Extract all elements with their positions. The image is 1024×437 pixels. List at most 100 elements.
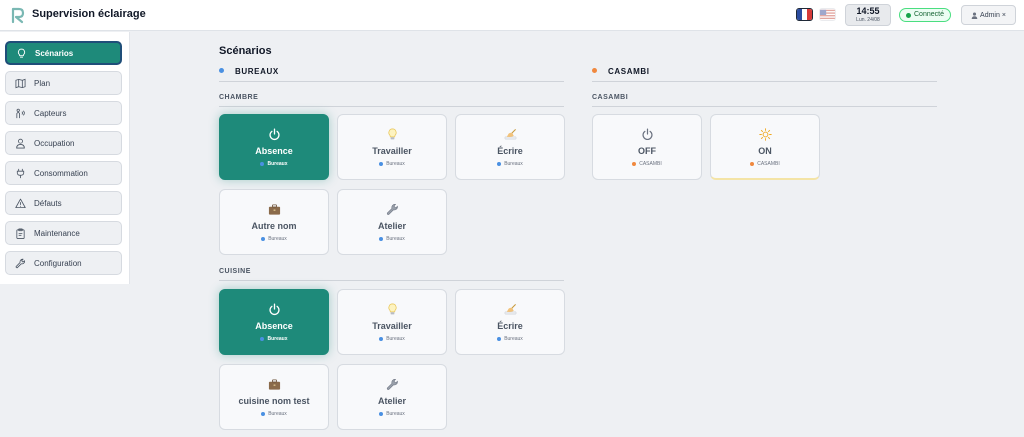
scenario-tag: Bureaux [456, 161, 564, 167]
page-title: Scénarios [219, 45, 272, 57]
sidebar-item-scenarios[interactable]: Scénarios [5, 41, 122, 65]
sidebar-item-label: Maintenance [34, 228, 80, 238]
tag-dot-icon [261, 237, 266, 241]
scenario-card-ecrire[interactable]: Écrire Bureaux [455, 289, 565, 355]
scenario-tag-label: Bureaux [504, 161, 523, 167]
divider [219, 106, 564, 107]
person-icon [15, 138, 26, 149]
scenario-card-travailler[interactable]: Travailler Bureaux [337, 289, 447, 355]
scenario-name: Autre nom [251, 221, 297, 231]
map-icon [15, 78, 26, 89]
room-title-cuisine: CUISINE [219, 268, 251, 275]
scenario-name: Écrire [497, 146, 523, 156]
wrench-icon [338, 377, 446, 391]
scenario-tag-label: Bureaux [268, 411, 287, 417]
user-menu-button[interactable]: Admin × [961, 5, 1016, 25]
scenario-card-atelier[interactable]: Atelier Bureaux [337, 189, 447, 255]
sidebar-item-capteurs[interactable]: Capteurs [5, 101, 122, 125]
sidebar-item-label: Défauts [34, 198, 62, 208]
scenario-tag: Bureaux [220, 336, 328, 342]
room-title-chambre: CHAMBRE [219, 94, 259, 101]
user-icon [971, 12, 978, 19]
scenario-card-absence[interactable]: Absence Bureaux [219, 289, 329, 355]
scenario-tag: Bureaux [338, 236, 446, 242]
sidebar-item-plan[interactable]: Plan [5, 71, 122, 95]
tag-dot-icon [260, 337, 265, 341]
scenario-card-absence[interactable]: Absence Bureaux [219, 114, 329, 180]
tag-dot-icon [750, 162, 755, 166]
divider [592, 81, 937, 82]
scenario-name: Travailler [372, 321, 412, 331]
briefcase-icon [220, 202, 328, 216]
scenario-tag-label: Bureaux [386, 336, 405, 342]
sidebar-item-label: Configuration [34, 258, 82, 268]
sidebar-item-consommation[interactable]: Consommation [5, 161, 122, 185]
sidebar-item-defauts[interactable]: Défauts [5, 191, 122, 215]
sun-icon [711, 127, 819, 141]
scenario-name: Atelier [377, 396, 406, 406]
scenario-card-cuisine-nom-test[interactable]: cuisine nom test Bureaux [219, 364, 329, 430]
scenario-tag: Bureaux [220, 411, 328, 417]
scenario-card-travailler[interactable]: Travailler Bureaux [337, 114, 447, 180]
warning-icon [15, 198, 26, 209]
scenario-tag: Bureaux [456, 336, 564, 342]
sidebar-item-occupation[interactable]: Occupation [5, 131, 122, 155]
scenario-name: Atelier [377, 221, 406, 231]
scenario-tag: Bureaux [338, 411, 446, 417]
sidebar-item-configuration[interactable]: Configuration [5, 251, 122, 275]
sidebar: Scénarios Plan Capteurs Occupation Conso… [0, 32, 130, 284]
wrench-icon [338, 202, 446, 216]
status-label: Connecté [914, 11, 944, 18]
clock-date: Lun. 24/08 [856, 17, 880, 23]
flag-en-icon[interactable] [819, 8, 836, 21]
scenario-tag-label: Bureaux [267, 161, 288, 167]
tag-dot-icon [497, 337, 502, 341]
group-title-bureaux: BUREAUX [235, 67, 279, 76]
scenario-name: Absence [255, 321, 293, 331]
scenario-name: Écrire [497, 321, 523, 331]
scenario-tag-label: Bureaux [386, 411, 405, 417]
power-icon [220, 127, 328, 141]
clipboard-icon [15, 228, 26, 239]
close-icon[interactable]: × [1002, 12, 1006, 19]
divider [219, 81, 564, 82]
scenario-tag: Bureaux [338, 161, 446, 167]
status-dot-icon [906, 12, 911, 18]
scenario-card-ecrire[interactable]: Écrire Bureaux [455, 114, 565, 180]
scenario-name: ON [758, 146, 772, 156]
group-color-dot [592, 68, 597, 73]
user-name: Admin [980, 11, 1000, 19]
scenario-tag-label: Bureaux [504, 336, 523, 342]
power-icon [220, 302, 328, 316]
scenario-name: OFF [638, 146, 656, 156]
scenario-card-atelier[interactable]: Atelier Bureaux [337, 364, 447, 430]
group-title-casambi: CASAMBI [608, 67, 650, 76]
scenario-card-autre-nom[interactable]: Autre nom Bureaux [219, 189, 329, 255]
divider [592, 106, 937, 107]
sensor-icon [15, 108, 26, 119]
scenario-name: Travailler [372, 146, 412, 156]
flag-fr-icon[interactable] [796, 8, 813, 21]
sidebar-item-label: Occupation [34, 138, 75, 148]
tag-dot-icon [379, 337, 384, 341]
clock-time: 14:55 [856, 6, 880, 16]
lightbulb-icon [338, 127, 446, 141]
tag-dot-icon [260, 162, 265, 166]
plug-icon [15, 168, 26, 179]
tag-dot-icon [379, 237, 384, 241]
sidebar-item-label: Scénarios [35, 48, 74, 58]
connection-status-badge: Connecté [899, 8, 951, 22]
sidebar-item-maintenance[interactable]: Maintenance [5, 221, 122, 245]
scenario-card-off[interactable]: OFF CASAMBI [592, 114, 702, 180]
scenario-card-on[interactable]: ON CASAMBI [710, 114, 820, 180]
app-logo-icon [11, 7, 25, 24]
group-color-dot [219, 68, 224, 73]
sidebar-item-label: Plan [34, 78, 51, 88]
app-title: Supervision éclairage [32, 8, 146, 20]
scenario-tag-label: Bureaux [386, 161, 405, 167]
clock: 14:55 Lun. 24/08 [845, 4, 891, 26]
top-bar: Supervision éclairage 14:55 Lun. 24/08 C… [0, 0, 1024, 31]
scenario-tag-label: Bureaux [386, 236, 405, 242]
wrench-icon [15, 258, 26, 269]
scenario-tag-label: CASAMBI [757, 161, 780, 167]
